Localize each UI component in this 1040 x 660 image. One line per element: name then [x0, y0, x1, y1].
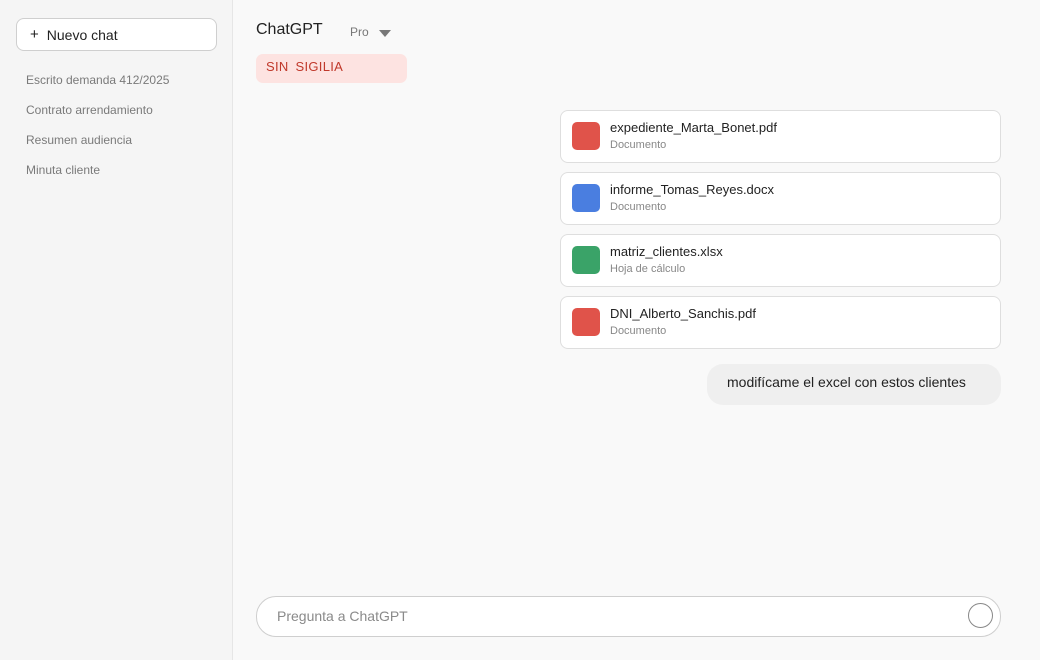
warning-badge: SIN SIGILIA: [256, 54, 407, 83]
message-input[interactable]: [277, 606, 957, 626]
attachment-type: Documento: [610, 139, 667, 151]
user-message: modifícame el excel con estos clientes: [707, 364, 1001, 405]
attachment-name: informe_Tomas_Reyes.docx: [610, 182, 775, 197]
history-item[interactable]: Escrito demanda 412/2025: [26, 72, 169, 102]
composer: [256, 596, 1001, 637]
docx-file-icon: [572, 184, 600, 212]
send-icon[interactable]: [968, 603, 993, 628]
history-item[interactable]: Minuta cliente: [26, 162, 169, 192]
attachment-card[interactable]: matriz_clientes.xlsx Hoja de cálculo: [560, 234, 1001, 287]
attachment-name: expediente_Marta_Bonet.pdf: [610, 120, 777, 135]
new-chat-button[interactable]: + Nuevo chat: [16, 18, 217, 51]
chat-history-list: Escrito demanda 412/2025 Contrato arrend…: [26, 72, 169, 192]
attachment-card[interactable]: informe_Tomas_Reyes.docx Documento: [560, 172, 1001, 225]
attachment-name: matriz_clientes.xlsx: [610, 244, 723, 259]
sidebar: + Nuevo chat Escrito demanda 412/2025 Co…: [0, 0, 233, 660]
attachment-name: DNI_Alberto_Sanchis.pdf: [610, 306, 756, 321]
model-tier[interactable]: Pro: [350, 25, 369, 39]
attachment-card[interactable]: DNI_Alberto_Sanchis.pdf Documento: [560, 296, 1001, 349]
history-item[interactable]: Resumen audiencia: [26, 132, 169, 162]
attachment-type: Documento: [610, 201, 667, 213]
history-item[interactable]: Contrato arrendamiento: [26, 102, 169, 132]
attachment-card[interactable]: expediente_Marta_Bonet.pdf Documento: [560, 110, 1001, 163]
plus-icon: +: [30, 26, 39, 43]
xlsx-file-icon: [572, 246, 600, 274]
pdf-file-icon: [572, 308, 600, 336]
attachment-type: Documento: [610, 325, 667, 337]
new-chat-label: Nuevo chat: [46, 26, 118, 43]
model-name[interactable]: ChatGPT: [256, 21, 323, 39]
attachment-type: Hoja de cálculo: [610, 263, 686, 275]
chevron-down-icon[interactable]: [379, 30, 391, 37]
chat-main: ChatGPT Pro SIN SIGILIA expediente_Marta…: [233, 0, 1040, 660]
pdf-file-icon: [572, 122, 600, 150]
